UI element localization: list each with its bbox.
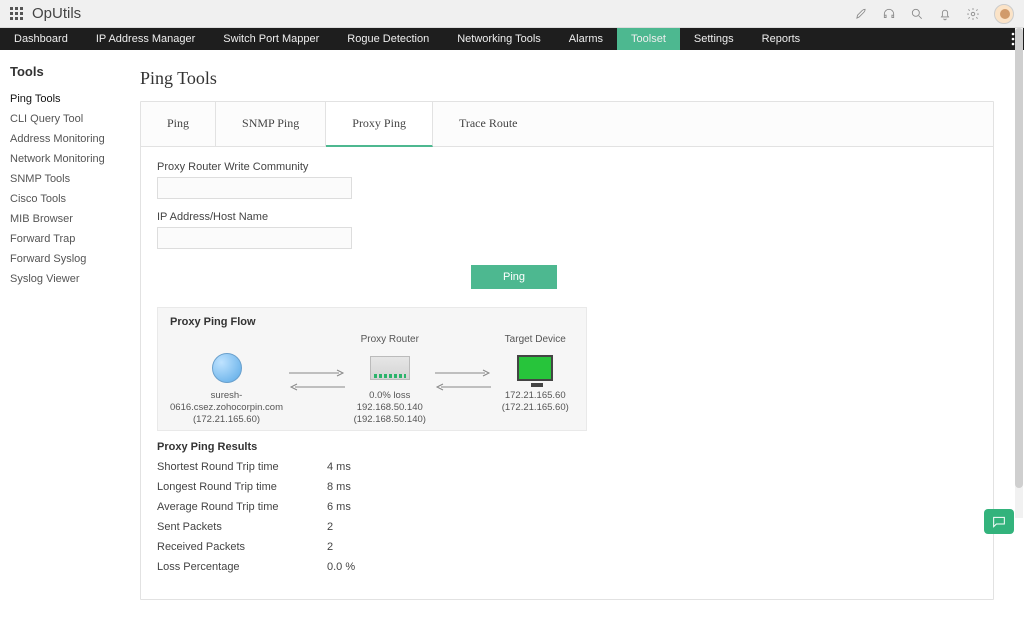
source-ip: (172.21.165.60): [193, 414, 260, 425]
nav-item-networking-tools[interactable]: Networking Tools: [443, 28, 555, 50]
sidebar-item-mib-browser[interactable]: MIB Browser: [10, 209, 120, 229]
nav-item-rogue-detection[interactable]: Rogue Detection: [333, 28, 443, 50]
tab-proxy-ping[interactable]: Proxy Ping: [326, 102, 433, 147]
community-input[interactable]: [157, 177, 352, 199]
results-title: Proxy Ping Results: [157, 441, 993, 453]
search-icon[interactable]: [910, 7, 924, 21]
button-row: Ping: [141, 265, 993, 289]
flow-row: suresh-0616.csez.zohocorpin.com (172.21.…: [170, 334, 574, 426]
field-community: Proxy Router Write Community: [157, 161, 352, 199]
result-value: 6 ms: [327, 501, 351, 513]
result-row: Longest Round Trip time8 ms: [157, 477, 977, 497]
proxy-ping-form: Proxy Router Write Community IP Address/…: [141, 147, 993, 249]
flow-panel: Proxy Ping Flow suresh-0616.csez.zohocor…: [157, 307, 587, 431]
ping-button[interactable]: Ping: [471, 265, 557, 289]
avatar[interactable]: [994, 4, 1014, 24]
target-title: Target Device: [505, 334, 566, 346]
result-value: 0.0 %: [327, 561, 355, 573]
top-bar: OpUtils: [0, 0, 1024, 28]
bell-icon[interactable]: [938, 7, 952, 21]
nav-item-reports[interactable]: Reports: [748, 28, 815, 50]
result-value: 2: [327, 521, 333, 533]
flow-source: suresh-0616.csez.zohocorpin.com (172.21.…: [170, 334, 283, 426]
field-host: IP Address/Host Name: [157, 211, 352, 249]
tab-bar: PingSNMP PingProxy PingTrace Route: [141, 102, 993, 147]
ping-card: PingSNMP PingProxy PingTrace Route Proxy…: [140, 101, 994, 600]
scroll-thumb[interactable]: [1015, 28, 1023, 488]
router-icon: [370, 356, 410, 380]
result-row: Loss Percentage0.0 %: [157, 557, 977, 577]
tab-snmp-ping[interactable]: SNMP Ping: [216, 102, 326, 146]
target-ip: 172.21.165.60: [505, 390, 566, 401]
target-ip2: (172.21.165.60): [502, 402, 569, 413]
result-label: Longest Round Trip time: [157, 481, 327, 493]
chat-fab[interactable]: [984, 509, 1014, 534]
main-content: Ping Tools PingSNMP PingProxy PingTrace …: [130, 50, 1024, 620]
headset-icon[interactable]: [882, 7, 896, 21]
router-caption: 0.0% loss 192.168.50.140 (192.168.50.140…: [351, 390, 429, 426]
main-nav: DashboardIP Address ManagerSwitch Port M…: [0, 28, 1024, 50]
result-label: Loss Percentage: [157, 561, 327, 573]
source-host: suresh-0616.csez.zohocorpin.com: [170, 390, 283, 413]
sidebar-title: Tools: [10, 64, 120, 79]
gear-icon[interactable]: [966, 7, 980, 21]
arrows-left: [283, 334, 351, 426]
sidebar-item-cisco-tools[interactable]: Cisco Tools: [10, 189, 120, 209]
nav-item-ip-address-manager[interactable]: IP Address Manager: [82, 28, 209, 50]
rocket-icon[interactable]: [854, 7, 868, 21]
community-label: Proxy Router Write Community: [157, 161, 352, 173]
result-row: Average Round Trip time6 ms: [157, 497, 977, 517]
nav-item-switch-port-mapper[interactable]: Switch Port Mapper: [209, 28, 333, 50]
result-row: Sent Packets2: [157, 517, 977, 537]
nav-item-toolset[interactable]: Toolset: [617, 28, 680, 50]
sidebar-item-cli-query-tool[interactable]: CLI Query Tool: [10, 109, 120, 129]
apps-icon[interactable]: [10, 7, 24, 21]
sidebar: Tools Ping ToolsCLI Query ToolAddress Mo…: [0, 50, 130, 620]
sidebar-item-snmp-tools[interactable]: SNMP Tools: [10, 169, 120, 189]
nav-item-alarms[interactable]: Alarms: [555, 28, 617, 50]
flow-title: Proxy Ping Flow: [170, 316, 574, 328]
page-title: Ping Tools: [140, 68, 994, 89]
sidebar-item-network-monitoring[interactable]: Network Monitoring: [10, 149, 120, 169]
nav-item-dashboard[interactable]: Dashboard: [0, 28, 82, 50]
monitor-icon: [517, 355, 553, 381]
result-row: Shortest Round Trip time4 ms: [157, 457, 977, 477]
result-value: 4 ms: [327, 461, 351, 473]
sidebar-item-forward-syslog[interactable]: Forward Syslog: [10, 249, 120, 269]
flow-target: Target Device 172.21.165.60 (172.21.165.…: [497, 334, 575, 426]
sidebar-item-forward-trap[interactable]: Forward Trap: [10, 229, 120, 249]
result-label: Sent Packets: [157, 521, 327, 533]
nav-item-settings[interactable]: Settings: [680, 28, 748, 50]
tab-trace-route[interactable]: Trace Route: [433, 102, 544, 146]
result-label: Average Round Trip time: [157, 501, 327, 513]
result-value: 8 ms: [327, 481, 351, 493]
tab-ping[interactable]: Ping: [141, 102, 216, 146]
brand-title: OpUtils: [32, 5, 81, 22]
globe-icon: [212, 353, 242, 383]
router-title: Proxy Router: [361, 334, 419, 346]
host-label: IP Address/Host Name: [157, 211, 352, 223]
sidebar-item-ping-tools[interactable]: Ping Tools: [10, 89, 120, 109]
sidebar-item-address-monitoring[interactable]: Address Monitoring: [10, 129, 120, 149]
host-input[interactable]: [157, 227, 352, 249]
results-table: Shortest Round Trip time4 msLongest Roun…: [141, 455, 993, 579]
sidebar-item-syslog-viewer[interactable]: Syslog Viewer: [10, 269, 120, 289]
arrows-right: [429, 334, 497, 426]
scrollbar[interactable]: [1015, 28, 1023, 518]
result-label: Received Packets: [157, 541, 327, 553]
result-value: 2: [327, 541, 333, 553]
topbar-actions: [854, 4, 1014, 24]
flow-router: Proxy Router 0.0% loss 192.168.50.140 (1…: [351, 334, 429, 426]
result-label: Shortest Round Trip time: [157, 461, 327, 473]
